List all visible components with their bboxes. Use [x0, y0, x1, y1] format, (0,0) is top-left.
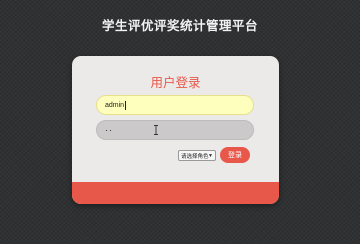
username-field[interactable]: admin	[96, 95, 254, 115]
page-title: 学生评优评奖统计管理平台	[101, 18, 258, 33]
chevron-down-icon: ▼	[208, 153, 213, 159]
password-value: ··	[105, 125, 113, 135]
text-caret	[125, 100, 127, 110]
role-select[interactable]: 请选择角色 ▼	[178, 150, 216, 161]
login-title: 用户登录	[150, 76, 201, 90]
text-cursor-icon	[154, 125, 158, 135]
card-footer	[72, 182, 279, 204]
password-field[interactable]: ··	[96, 120, 254, 140]
role-select-value: 请选择角色	[181, 153, 209, 160]
username-value: admin	[105, 101, 125, 109]
login-card: 用户登录 admin ·· 请选择角色 ▼ 登录	[72, 56, 279, 204]
login-button[interactable]: 登录	[220, 147, 250, 163]
